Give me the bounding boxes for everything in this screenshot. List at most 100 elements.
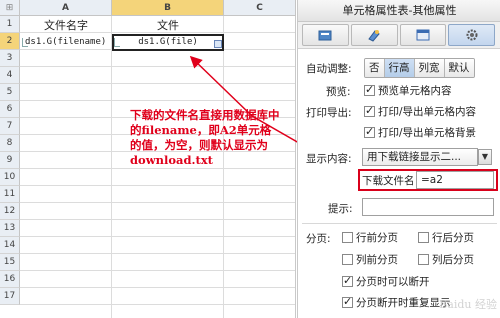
- link-icon: [368, 30, 380, 42]
- tab-style[interactable]: [302, 24, 349, 46]
- paging-label: 分页:: [306, 233, 331, 245]
- page-break-before-col-checkbox[interactable]: 列前分页: [342, 252, 398, 267]
- checkbox-icon: [342, 274, 353, 287]
- row-header[interactable]: 6: [0, 101, 20, 118]
- cell-a1[interactable]: 文件名字: [21, 17, 111, 34]
- panel-title: 单元格属性表-其他属性: [298, 0, 500, 22]
- row-header[interactable]: 11: [0, 186, 20, 203]
- repeat-on-break-checkbox[interactable]: 分页断开时重复显示: [342, 295, 451, 310]
- gridline: [20, 66, 295, 67]
- row-header[interactable]: 15: [0, 254, 20, 271]
- gridline: [20, 270, 295, 271]
- cell-marker: [114, 38, 120, 47]
- row-header[interactable]: 16: [0, 271, 20, 288]
- auto-adjust-default[interactable]: 默认: [444, 59, 474, 77]
- page-break-after-col-checkbox[interactable]: 列后分页: [418, 252, 474, 267]
- gridline: [20, 253, 295, 254]
- auto-adjust-row-height[interactable]: 行高: [384, 59, 415, 77]
- display-content-label: 显示内容:: [306, 153, 352, 165]
- select-all-corner[interactable]: ⊞: [0, 0, 20, 16]
- gridline: [111, 16, 112, 318]
- download-filename-input[interactable]: =a2: [416, 171, 494, 189]
- page-break-after-row-checkbox[interactable]: 行后分页: [418, 230, 474, 245]
- row-header[interactable]: 7: [0, 118, 20, 135]
- layout-icon: [416, 29, 430, 41]
- gridline: [20, 202, 295, 203]
- watermark: Baidu 经验: [439, 298, 497, 311]
- gridline: [20, 100, 295, 101]
- checkbox-icon: [364, 83, 375, 96]
- tab-link[interactable]: [350, 24, 398, 46]
- row-header[interactable]: 9: [0, 152, 20, 169]
- checkbox-icon: [342, 295, 353, 308]
- cell-a2[interactable]: ds1.G(filename): [25, 34, 112, 51]
- row-header[interactable]: 1: [0, 16, 20, 33]
- page-break-before-col-label: 列前分页: [356, 254, 398, 266]
- annotation-text: 下载的文件名直接用数据库中的filename，即A2单元格的值，为空，则默认显示…: [130, 108, 280, 167]
- checkbox-icon: [418, 232, 429, 243]
- row-header[interactable]: 5: [0, 84, 20, 101]
- allow-break-checkbox[interactable]: 分页时可以断开: [342, 274, 430, 289]
- checkbox-icon: [342, 254, 353, 265]
- print-content-label: 打印/导出单元格内容: [378, 106, 477, 118]
- column-header-c[interactable]: C: [224, 0, 296, 16]
- cell-property-panel: 单元格属性表-其他属性 自动调整: 否 行高 列宽 默认 预览: 预览单元格内容: [297, 0, 500, 318]
- column-header-b[interactable]: B: [112, 0, 224, 16]
- allow-break-label: 分页时可以断开: [356, 276, 430, 288]
- print-background-label: 打印/导出单元格背景: [378, 127, 477, 139]
- preview-label: 预览:: [326, 86, 351, 98]
- auto-adjust-segmented-control: 否 行高 列宽 默认: [364, 58, 475, 78]
- print-export-label: 打印导出:: [306, 107, 352, 119]
- tooltip-input[interactable]: [362, 198, 494, 216]
- style-icon: [318, 30, 332, 41]
- auto-adjust-label: 自动调整:: [306, 63, 352, 75]
- gear-icon: [466, 29, 478, 41]
- panel-tab-bar: [302, 24, 497, 46]
- gridline: [20, 185, 295, 186]
- checkbox-icon: [364, 125, 375, 138]
- print-content-checkbox[interactable]: 打印/导出单元格内容: [364, 104, 476, 119]
- row-header[interactable]: 8: [0, 135, 20, 152]
- row-header[interactable]: 4: [0, 67, 20, 84]
- cell-b2[interactable]: ds1.G(file): [112, 34, 224, 51]
- tab-other[interactable]: [448, 24, 495, 46]
- checkbox-icon: [418, 254, 429, 265]
- divider: [302, 223, 497, 224]
- gridline: [20, 168, 295, 169]
- cell-handle-icon[interactable]: [214, 40, 222, 48]
- gridline: [20, 236, 295, 237]
- download-filename-label: 下载文件名: [362, 175, 415, 187]
- checkbox-icon: [364, 104, 375, 117]
- chevron-down-icon[interactable]: ▼: [478, 149, 492, 165]
- spreadsheet[interactable]: ⊞ A B C 1 2 3 4 5 6 7 8 9 10 11 12 13 14 15 16 17 文件名字 文…: [0, 0, 363, 318]
- gridline: [20, 83, 295, 84]
- gridline: [20, 219, 295, 220]
- preview-checkbox-label: 预览单元格内容: [378, 85, 452, 97]
- row-header[interactable]: 10: [0, 169, 20, 186]
- cell-marker: [22, 38, 28, 47]
- row-header[interactable]: 17: [0, 288, 20, 305]
- row-header[interactable]: 2: [0, 33, 20, 50]
- page-break-after-row-label: 行后分页: [432, 232, 474, 244]
- gridline: [20, 287, 295, 288]
- tooltip-label: 提示:: [328, 203, 353, 215]
- row-header[interactable]: 12: [0, 203, 20, 220]
- cell-b1[interactable]: 文件: [113, 17, 223, 34]
- checkbox-icon: [342, 232, 353, 243]
- row-header[interactable]: 3: [0, 50, 20, 67]
- auto-adjust-col-width[interactable]: 列宽: [414, 59, 445, 77]
- repeat-on-break-label: 分页断开时重复显示: [356, 297, 451, 309]
- display-content-select[interactable]: 用下载链接显示二...: [362, 148, 478, 166]
- page-break-before-row-checkbox[interactable]: 行前分页: [342, 230, 398, 245]
- panel-body: 自动调整: 否 行高 列宽 默认 预览: 预览单元格内容 打印导出: 打印/导出…: [298, 48, 500, 318]
- row-header[interactable]: 14: [0, 237, 20, 254]
- preview-checkbox[interactable]: 预览单元格内容: [364, 83, 452, 98]
- auto-adjust-no[interactable]: 否: [365, 59, 385, 77]
- page-break-after-col-label: 列后分页: [432, 254, 474, 266]
- gridline: [20, 304, 295, 305]
- print-background-checkbox[interactable]: 打印/导出单元格背景: [364, 125, 476, 140]
- page-break-before-row-label: 行前分页: [356, 232, 398, 244]
- tab-layout[interactable]: [399, 24, 447, 46]
- row-header[interactable]: 13: [0, 220, 20, 237]
- column-header-a[interactable]: A: [20, 0, 112, 16]
